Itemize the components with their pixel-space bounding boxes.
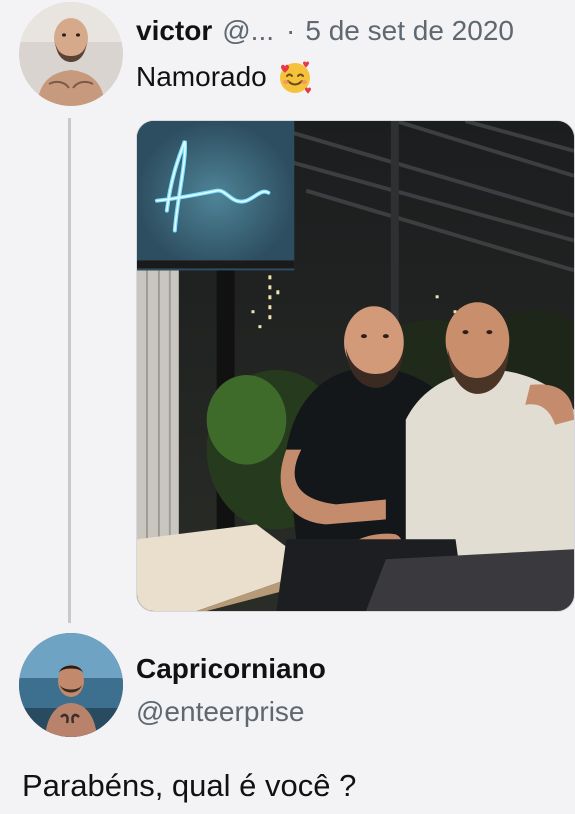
avatar-image bbox=[19, 633, 123, 737]
tweet-body: Namorado bbox=[136, 58, 313, 96]
smiling-face-with-hearts-icon bbox=[277, 59, 313, 95]
tweet-thread: victor @... · 5 de set de 2020 Namorado bbox=[0, 0, 575, 814]
tweet-header: victor @... · 5 de set de 2020 bbox=[136, 12, 514, 50]
reply-author-name[interactable]: Capricorniano bbox=[136, 651, 326, 687]
avatar-capricorniano[interactable] bbox=[19, 633, 123, 737]
separator-dot: · bbox=[286, 15, 296, 46]
author-handle[interactable]: @... bbox=[222, 12, 274, 50]
photo-image bbox=[137, 121, 574, 611]
avatar-victor[interactable] bbox=[19, 2, 123, 106]
reply-author-handle[interactable]: @enteerprise bbox=[136, 694, 305, 730]
tweet-text: Namorado bbox=[136, 61, 267, 92]
thread-line bbox=[68, 118, 71, 623]
tweet-date[interactable]: 5 de set de 2020 bbox=[305, 12, 514, 50]
tweet-photo[interactable] bbox=[136, 120, 575, 612]
reply-text: Parabéns, qual é você ? bbox=[22, 768, 357, 803]
avatar-image bbox=[19, 2, 123, 106]
author-name[interactable]: victor bbox=[136, 12, 212, 50]
